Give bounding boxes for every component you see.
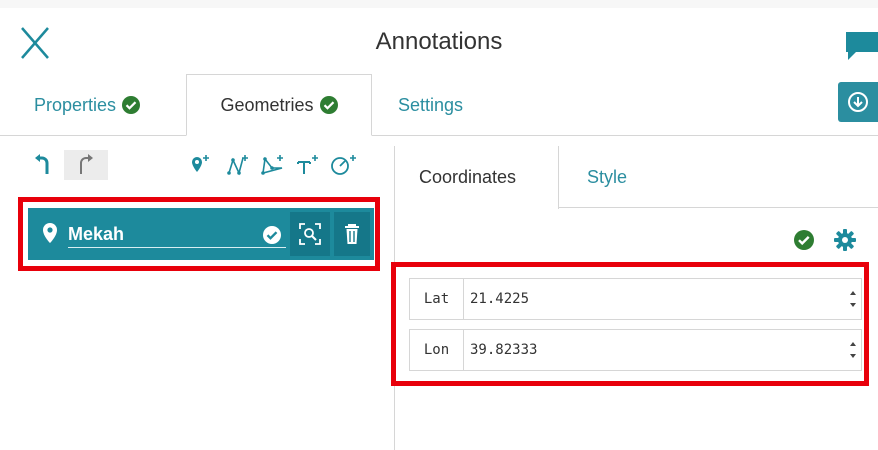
latitude-label: Lat	[410, 279, 464, 319]
undo-icon[interactable]	[30, 150, 54, 180]
add-polygon-icon[interactable]	[260, 150, 286, 180]
gear-icon[interactable]	[834, 229, 856, 251]
annotations-dialog: Annotations Properties Geometries Settin…	[0, 0, 878, 450]
trash-icon	[345, 224, 359, 244]
sub-tabs: Coordinates Style	[395, 146, 878, 209]
add-circle-icon[interactable]	[330, 150, 358, 180]
tab-label: Geometries	[220, 94, 314, 115]
check-circle-icon[interactable]	[794, 230, 814, 250]
main-tabs: Properties Geometries Settings	[0, 74, 878, 136]
download-button[interactable]	[838, 82, 878, 122]
longitude-input[interactable]	[470, 331, 840, 369]
redo-icon[interactable]	[64, 150, 108, 180]
tab-label: Properties	[34, 94, 117, 115]
latitude-field: Lat	[409, 278, 862, 320]
zoom-extent-icon	[299, 223, 321, 245]
number-spinner[interactable]	[847, 282, 859, 316]
top-strip	[0, 0, 878, 8]
download-circle-icon	[848, 92, 868, 112]
check-circle-icon[interactable]	[262, 225, 282, 245]
tab-properties[interactable]: Properties	[34, 74, 141, 136]
map-pin-icon	[43, 223, 57, 243]
longitude-field: Lon	[409, 329, 862, 371]
tab-label: Style	[587, 166, 628, 187]
add-text-icon[interactable]	[296, 150, 320, 180]
tab-geometries[interactable]: Geometries	[186, 74, 372, 136]
latitude-input[interactable]	[470, 280, 840, 318]
add-line-icon[interactable]	[226, 150, 250, 180]
tab-label: Settings	[398, 94, 464, 115]
delete-button[interactable]	[334, 212, 370, 256]
geometry-name-input[interactable]	[68, 222, 286, 248]
zoom-to-button[interactable]	[290, 212, 330, 256]
dialog-title: Annotations	[375, 28, 503, 55]
number-spinner[interactable]	[847, 333, 859, 367]
geometry-list-item[interactable]	[28, 208, 374, 260]
tab-label: Coordinates	[419, 167, 517, 187]
tab-style[interactable]: Style	[587, 146, 627, 208]
tab-settings[interactable]: Settings	[398, 74, 463, 136]
add-point-icon[interactable]	[190, 150, 212, 180]
longitude-label: Lon	[410, 330, 464, 370]
check-circle-icon	[122, 96, 141, 114]
tab-coordinates[interactable]: Coordinates	[395, 146, 559, 209]
chat-icon[interactable]	[844, 28, 878, 62]
check-circle-icon	[319, 96, 338, 114]
